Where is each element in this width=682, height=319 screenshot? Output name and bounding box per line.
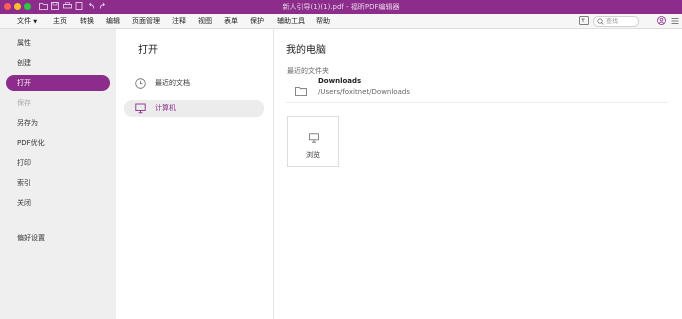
- sidebar-item-properties[interactable]: 属性: [6, 35, 110, 51]
- menu-page-management[interactable]: 页面管理: [132, 17, 160, 25]
- open-heading: 打开: [138, 45, 158, 56]
- sidebar-item-pdf-optimize[interactable]: PDF优化: [6, 135, 110, 151]
- menu-protect[interactable]: 保护: [250, 17, 264, 25]
- search-box[interactable]: 查找: [593, 16, 639, 27]
- sidebar-item-index[interactable]: 索引: [6, 175, 110, 191]
- recent-documents-option[interactable]: 最近的文档: [124, 75, 264, 92]
- menu-edit[interactable]: 编辑: [106, 17, 120, 25]
- my-computer-heading: 我的电脑: [286, 45, 326, 56]
- chevron-down-icon: ▼: [33, 19, 38, 25]
- menu-file[interactable]: 文件 ▼: [17, 17, 37, 26]
- file-sidebar: 属性 创建 打开 保存 另存为 PDF优化 打印 索引 关闭 偏好设置: [0, 29, 116, 319]
- computer-label: 计算机: [155, 104, 176, 112]
- sidebar-item-open[interactable]: 打开: [6, 75, 110, 91]
- menu-icon[interactable]: [671, 17, 679, 27]
- menu-form[interactable]: 表单: [224, 17, 238, 25]
- monitor-icon: [135, 103, 146, 114]
- my-computer-panel: 我的电脑 最近的文件夹 Downloads /Users/foxitnet/Do…: [274, 29, 682, 319]
- sidebar-item-save[interactable]: 保存: [6, 95, 110, 111]
- monitor-icon: [309, 128, 319, 147]
- computer-option[interactable]: 计算机: [124, 100, 264, 117]
- window-title: 新人引导(1)(1).pdf - 福昕PDF编辑器: [282, 3, 400, 11]
- sidebar-item-create[interactable]: 创建: [6, 55, 110, 71]
- browse-button[interactable]: 浏览: [287, 116, 339, 167]
- menu-comment[interactable]: 注释: [172, 17, 186, 25]
- menu-accessibility-tools[interactable]: 辅助工具: [277, 17, 305, 25]
- clock-icon: [135, 78, 146, 89]
- menu-convert[interactable]: 转换: [80, 17, 94, 25]
- open-panel: 打开 最近的文档 计算机: [116, 29, 274, 319]
- sidebar-item-print[interactable]: 打印: [6, 155, 110, 171]
- menu-view[interactable]: 视图: [198, 17, 212, 25]
- translate-icon[interactable]: [579, 16, 589, 27]
- title-bar: 新人引导(1)(1).pdf - 福昕PDF编辑器: [0, 0, 682, 14]
- sidebar-item-preferences[interactable]: 偏好设置: [6, 230, 110, 246]
- recent-documents-label: 最近的文档: [155, 79, 190, 87]
- search-icon: [597, 18, 604, 28]
- folder-icon: [295, 81, 307, 100]
- menu-home[interactable]: 主页: [53, 17, 67, 25]
- folder-name: Downloads: [318, 77, 362, 85]
- recent-folder-downloads[interactable]: Downloads /Users/foxitnet/Downloads: [286, 73, 668, 103]
- sidebar-item-save-as[interactable]: 另存为: [6, 115, 110, 131]
- folder-path: /Users/foxitnet/Downloads: [318, 88, 410, 96]
- sidebar-item-close[interactable]: 关闭: [6, 195, 110, 211]
- menu-help[interactable]: 帮助: [316, 17, 330, 25]
- user-icon[interactable]: [657, 16, 666, 27]
- search-placeholder: 查找: [606, 18, 619, 25]
- browse-label: 浏览: [306, 151, 320, 159]
- menu-bar: 文件 ▼ 主页 转换 编辑 页面管理 注释 视图 表单 保护 辅助工具 帮助 查…: [0, 14, 682, 29]
